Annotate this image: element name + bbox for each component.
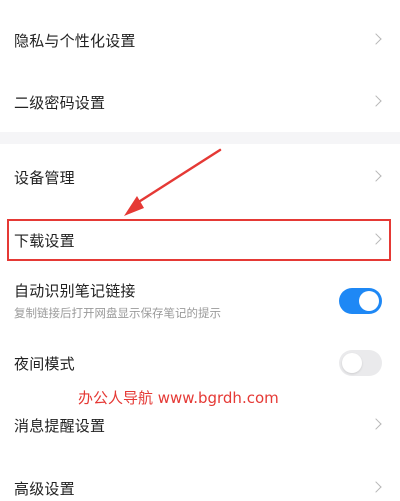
settings-item-privacy[interactable]: 隐私与个性化设置: [0, 15, 400, 65]
settings-item-label: 消息提醒设置: [14, 416, 106, 435]
settings-item-label: 隐私与个性化设置: [14, 31, 136, 50]
settings-item-notification[interactable]: 消息提醒设置: [0, 400, 400, 450]
settings-item-label: 夜间模式: [14, 354, 75, 373]
settings-item-secondary-password[interactable]: 二级密码设置: [0, 77, 400, 127]
settings-item-label: 高级设置: [14, 479, 75, 498]
chevron-right-icon: [370, 33, 382, 45]
toggle-knob: [342, 353, 362, 373]
settings-item-description: 复制链接后打开网盘显示保存笔记的提示: [14, 306, 221, 320]
settings-item-device-management[interactable]: 设备管理: [0, 152, 400, 202]
chevron-right-icon: [370, 170, 382, 182]
settings-item-advanced[interactable]: 高级设置: [0, 463, 400, 501]
section-divider: [0, 132, 400, 144]
toggle-knob: [359, 291, 379, 311]
settings-page: 隐私与个性化设置 二级密码设置 设备管理 下载设置 自动识别笔记链接 复制链接后…: [0, 0, 400, 501]
chevron-right-icon: [370, 418, 382, 430]
highlight-box: [7, 219, 391, 261]
chevron-right-icon: [370, 95, 382, 107]
settings-item-label: 二级密码设置: [14, 93, 106, 112]
settings-item-label: 自动识别笔记链接: [14, 281, 136, 300]
night-mode-toggle[interactable]: [339, 350, 382, 376]
auto-note-link-toggle[interactable]: [339, 288, 382, 314]
settings-item-label: 设备管理: [14, 168, 75, 187]
chevron-right-icon: [370, 481, 382, 493]
